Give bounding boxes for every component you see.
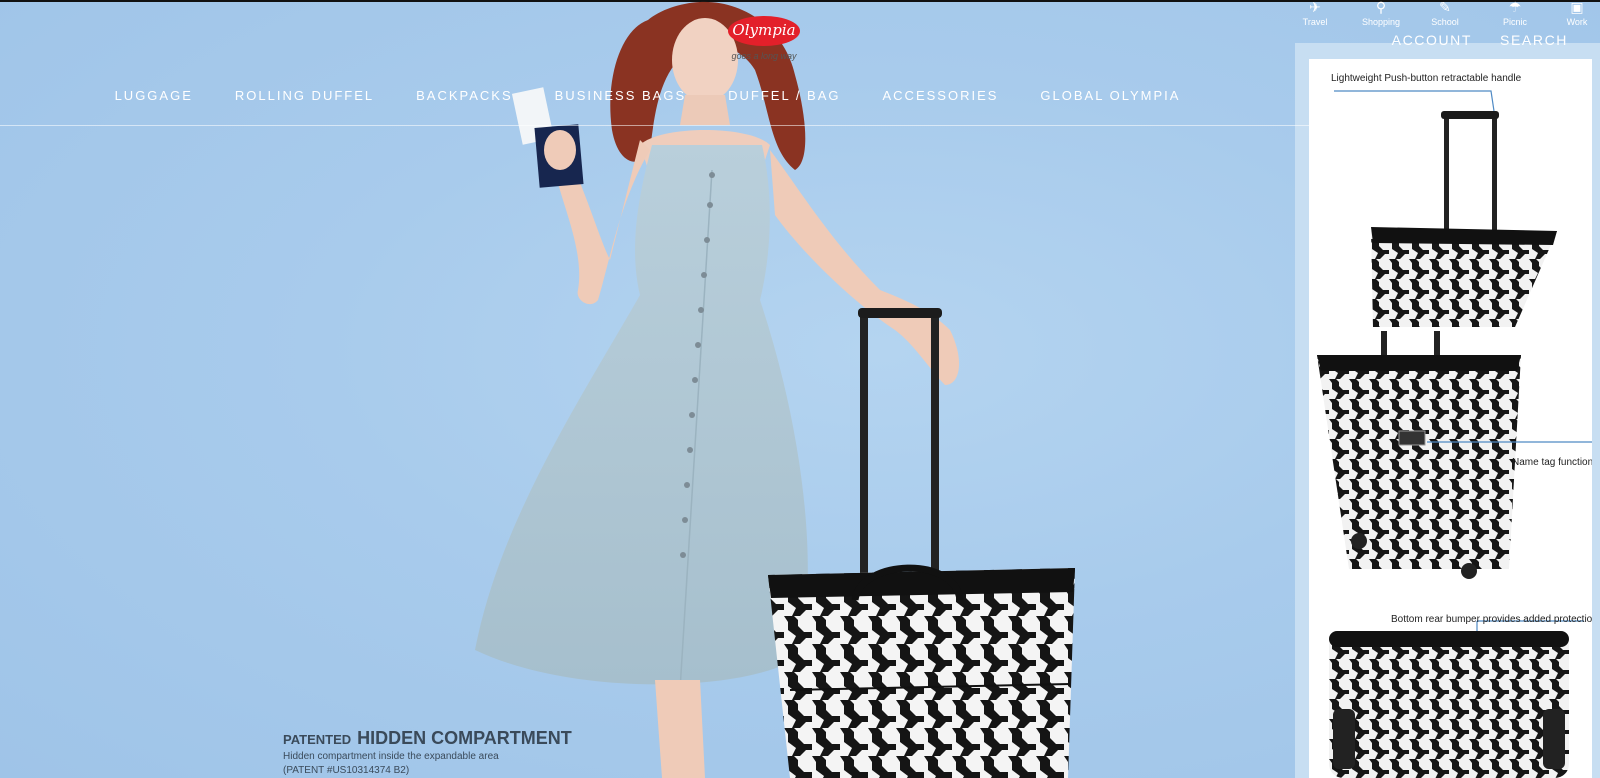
nav-business-bags[interactable]: BUSINESS BAGS xyxy=(555,88,686,103)
patent-caption: PATENTED HIDDEN COMPARTMENT Hidden compa… xyxy=(283,728,572,777)
shopping-icon: ⚲ xyxy=(1375,0,1387,15)
product-detail-image xyxy=(1317,90,1592,778)
usage-shopping: ⚲ Shopping xyxy=(1361,0,1401,27)
hero-model-image xyxy=(475,1,1075,778)
account-link[interactable]: ACCOUNT xyxy=(1392,32,1472,48)
usage-picnic: ☂ Picnic xyxy=(1495,0,1535,27)
usage-travel: ✈ Travel xyxy=(1295,0,1335,27)
usage-label: Shopping xyxy=(1361,17,1401,27)
travel-icon: ✈ xyxy=(1309,0,1321,15)
name-tag-callout: Name tag function xyxy=(1512,457,1592,468)
logo-text: Olympia xyxy=(732,21,796,39)
brand-tagline: goes a long way xyxy=(731,51,797,61)
work-icon: ▣ xyxy=(1570,0,1584,15)
usage-label: School xyxy=(1431,17,1459,27)
picnic-icon: ☂ xyxy=(1508,0,1522,15)
handle-callout: Lightweight Push-button retractable hand… xyxy=(1331,73,1522,84)
usage-work: ▣ Work xyxy=(1557,0,1597,27)
usage-label: Picnic xyxy=(1502,17,1527,27)
product-detail-panel: Lightweight Push-button retractable hand… xyxy=(1309,59,1592,778)
search-link[interactable]: SEARCH xyxy=(1500,32,1568,48)
usage-label: Work xyxy=(1566,17,1588,27)
main-nav: LUGGAGE ROLLING DUFFEL BACKPACKS BUSINES… xyxy=(0,88,1295,103)
bumper-callout: Bottom rear bumper provides added protec… xyxy=(1391,614,1592,625)
patent-prefix: PATENTED xyxy=(283,732,352,747)
school-icon: ✎ xyxy=(1439,0,1451,15)
nav-global-olympia[interactable]: GLOBAL OLYMPIA xyxy=(1040,88,1180,103)
nav-luggage[interactable]: LUGGAGE xyxy=(115,88,193,103)
usage-school: ✎ School xyxy=(1425,0,1465,27)
patent-title: HIDDEN COMPARTMENT xyxy=(357,728,572,748)
patent-number: (PATENT #US10314374 B2) xyxy=(283,765,410,776)
nav-rolling-duffel[interactable]: ROLLING DUFFEL xyxy=(235,88,374,103)
nav-divider xyxy=(0,125,1310,126)
nav-accessories[interactable]: ACCESSORIES xyxy=(883,88,999,103)
utility-nav: ACCOUNT SEARCH xyxy=(1392,32,1568,48)
nav-backpacks[interactable]: BACKPACKS xyxy=(416,88,513,103)
patent-description: Hidden compartment inside the expandable… xyxy=(283,751,499,762)
hero-banner: PATENTED HIDDEN COMPARTMENT Hidden compa… xyxy=(0,0,1600,778)
brand-logo[interactable]: Olympia xyxy=(728,16,800,52)
nav-duffel-bag[interactable]: DUFFEL / BAG xyxy=(728,88,840,103)
usage-label: Travel xyxy=(1302,17,1328,27)
